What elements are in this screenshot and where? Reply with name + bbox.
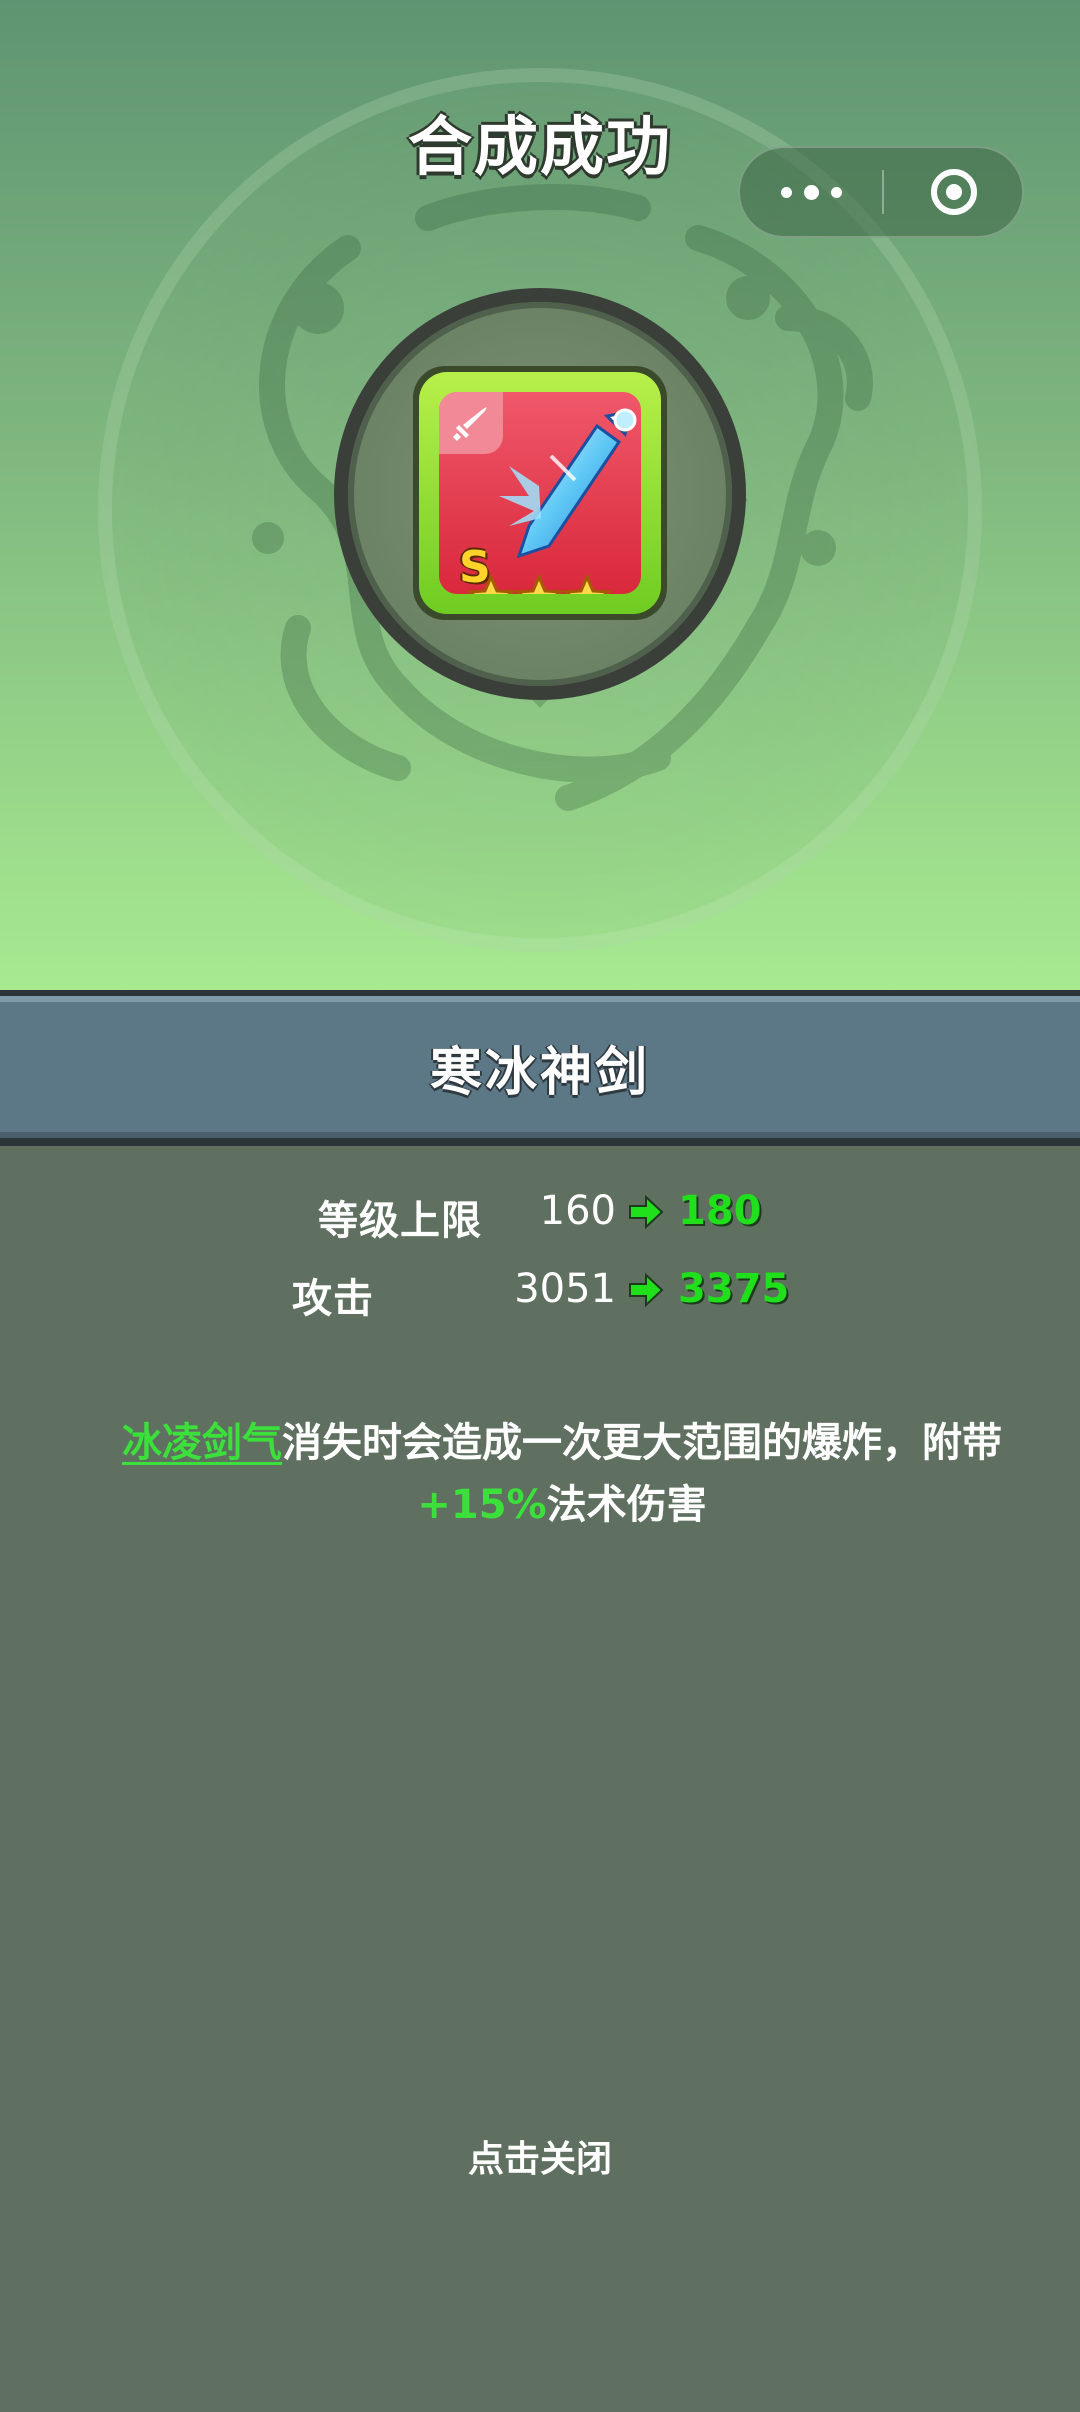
tap-to-close-hint[interactable]: 点击关闭 <box>0 2130 1080 2182</box>
item-name-banner: 寒冰神剑 <box>0 990 1080 1146</box>
stat-label: 等级上限 <box>318 1198 482 1244</box>
star-icon <box>467 574 515 594</box>
star-rating <box>467 574 611 594</box>
more-dots-icon[interactable] <box>740 148 882 236</box>
stat-old-value: 160 <box>539 1188 616 1234</box>
stat-new-value: 3375 <box>678 1266 790 1312</box>
item-card: S <box>413 366 667 620</box>
description-text-end: 法术伤害 <box>546 1482 707 1528</box>
celebration-backdrop: 合成成功 S <box>0 0 1080 990</box>
stat-old-value: 3051 <box>514 1266 616 1312</box>
star-icon <box>515 574 563 594</box>
stat-new-value: 180 <box>678 1188 762 1234</box>
stat-row-attack: 攻击 3051 3375 <box>0 1266 1080 1330</box>
stat-label: 攻击 <box>292 1276 374 1322</box>
arrow-right-icon <box>629 1272 664 1308</box>
skill-link[interactable]: 冰凌剑气 <box>122 1420 282 1466</box>
miniprogram-capsule <box>738 146 1024 238</box>
arrow-right-icon <box>629 1194 664 1230</box>
description-text: 消失时会造成一次更大范围的爆炸，附带 <box>282 1420 1002 1466</box>
item-description: 冰凌剑气消失时会造成一次更大范围的爆炸，附带 +15%法术伤害 <box>72 1412 1052 1536</box>
target-close-icon[interactable] <box>884 148 1024 236</box>
ice-sword-icon <box>499 408 637 559</box>
stat-row-level-cap: 等级上限 160 180 <box>0 1188 1080 1252</box>
item-name: 寒冰神剑 <box>429 1042 650 1103</box>
star-icon <box>563 574 611 594</box>
bonus-value: +15% <box>417 1482 547 1528</box>
